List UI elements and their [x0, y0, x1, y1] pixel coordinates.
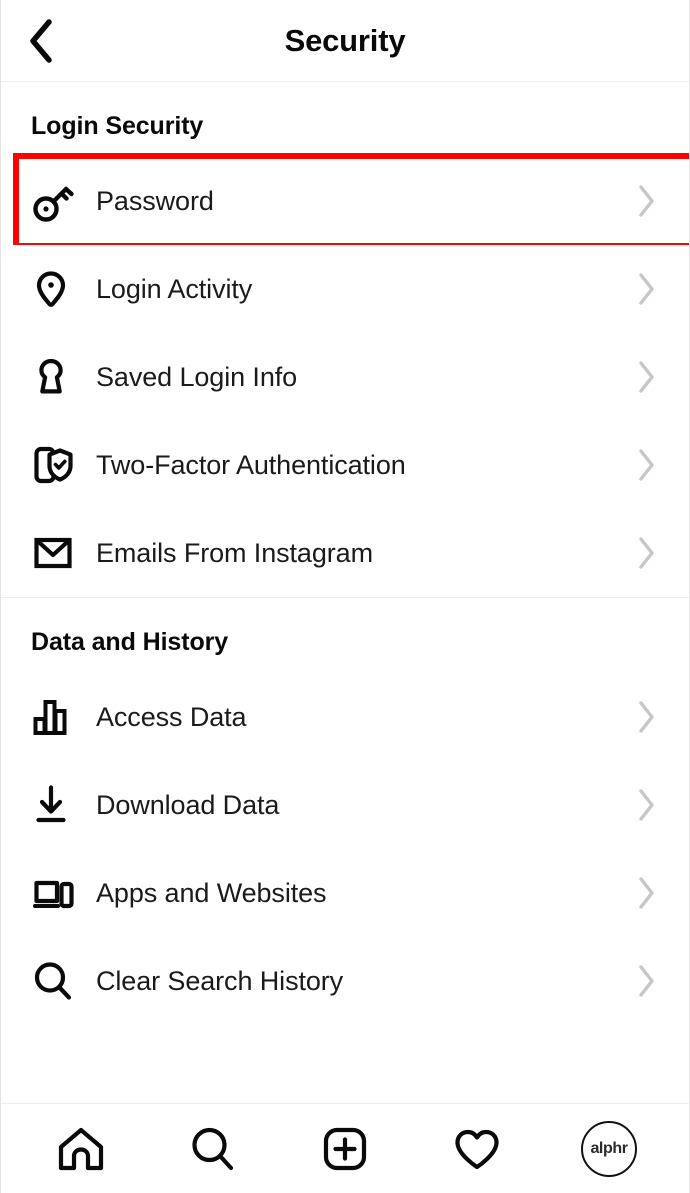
chevron-right-icon [633, 448, 659, 482]
magnifier-icon [31, 958, 77, 1004]
settings-row-emails-from-instagram[interactable]: Emails From Instagram [1, 509, 689, 597]
chevron-right-icon [633, 360, 659, 394]
section-login-security: Login Security Password Login Activity S… [1, 82, 689, 597]
avatar-icon: alphr [581, 1120, 637, 1177]
settings-row-login-activity[interactable]: Login Activity [1, 245, 689, 333]
page-title: Security [284, 22, 406, 58]
phone-shield-check-icon [31, 442, 77, 488]
settings-row-label: Access Data [96, 701, 247, 732]
settings-row-password[interactable]: Password [1, 153, 689, 249]
settings-row-label: Login Activity [96, 273, 253, 304]
envelope-icon [31, 530, 77, 576]
security-settings-screen: Security Login Security Password Login A… [0, 0, 690, 1193]
bottom-navigation-bar: alphr [1, 1103, 689, 1193]
home-icon [55, 1123, 107, 1175]
devices-icon [31, 870, 77, 916]
back-button[interactable] [11, 0, 71, 82]
settings-row-download-data[interactable]: Download Data [1, 761, 689, 849]
settings-row-access-data[interactable]: Access Data [1, 673, 689, 761]
app-header: Security [1, 0, 689, 82]
settings-row-clear-search-history[interactable]: Clear Search History [1, 937, 689, 1025]
bar-chart-icon [31, 694, 77, 740]
tab-profile[interactable]: alphr [571, 1114, 647, 1184]
settings-row-label: Emails From Instagram [96, 537, 373, 568]
avatar-label: alphr [590, 1139, 628, 1157]
settings-row-label: Saved Login Info [96, 361, 298, 392]
plus-square-icon [319, 1123, 371, 1175]
chevron-right-icon [633, 876, 659, 910]
settings-list: Login Security Password Login Activity S… [1, 82, 689, 1103]
tab-home[interactable] [43, 1114, 119, 1184]
chevron-right-icon [633, 184, 659, 218]
tab-search[interactable] [175, 1114, 251, 1184]
keyhole-icon [31, 354, 77, 400]
magnifier-icon [187, 1123, 239, 1175]
chevron-right-icon [633, 964, 659, 998]
settings-row-label: Clear Search History [96, 965, 344, 996]
settings-row-label: Download Data [96, 789, 280, 820]
heart-icon [451, 1123, 503, 1175]
key-icon [31, 178, 77, 224]
section-header-login-security: Login Security [31, 112, 204, 140]
download-arrow-icon [31, 782, 77, 828]
chevron-left-icon [26, 18, 56, 64]
chevron-right-icon [633, 536, 659, 570]
tab-activity[interactable] [439, 1114, 515, 1184]
settings-row-saved-login-info[interactable]: Saved Login Info [1, 333, 689, 421]
settings-row-label: Password [96, 185, 214, 216]
settings-row-label: Two-Factor Authentication [96, 449, 406, 480]
chevron-right-icon [633, 272, 659, 306]
tab-create[interactable] [307, 1114, 383, 1184]
section-data-and-history: Data and History Access Data Download Da… [1, 597, 689, 1025]
settings-row-apps-and-websites[interactable]: Apps and Websites [1, 849, 689, 937]
settings-row-two-factor-authentication[interactable]: Two-Factor Authentication [1, 421, 689, 509]
section-header-data-and-history: Data and History [31, 628, 229, 656]
settings-row-label: Apps and Websites [96, 877, 327, 908]
chevron-right-icon [633, 788, 659, 822]
location-pin-icon [31, 266, 77, 312]
chevron-right-icon [633, 700, 659, 734]
